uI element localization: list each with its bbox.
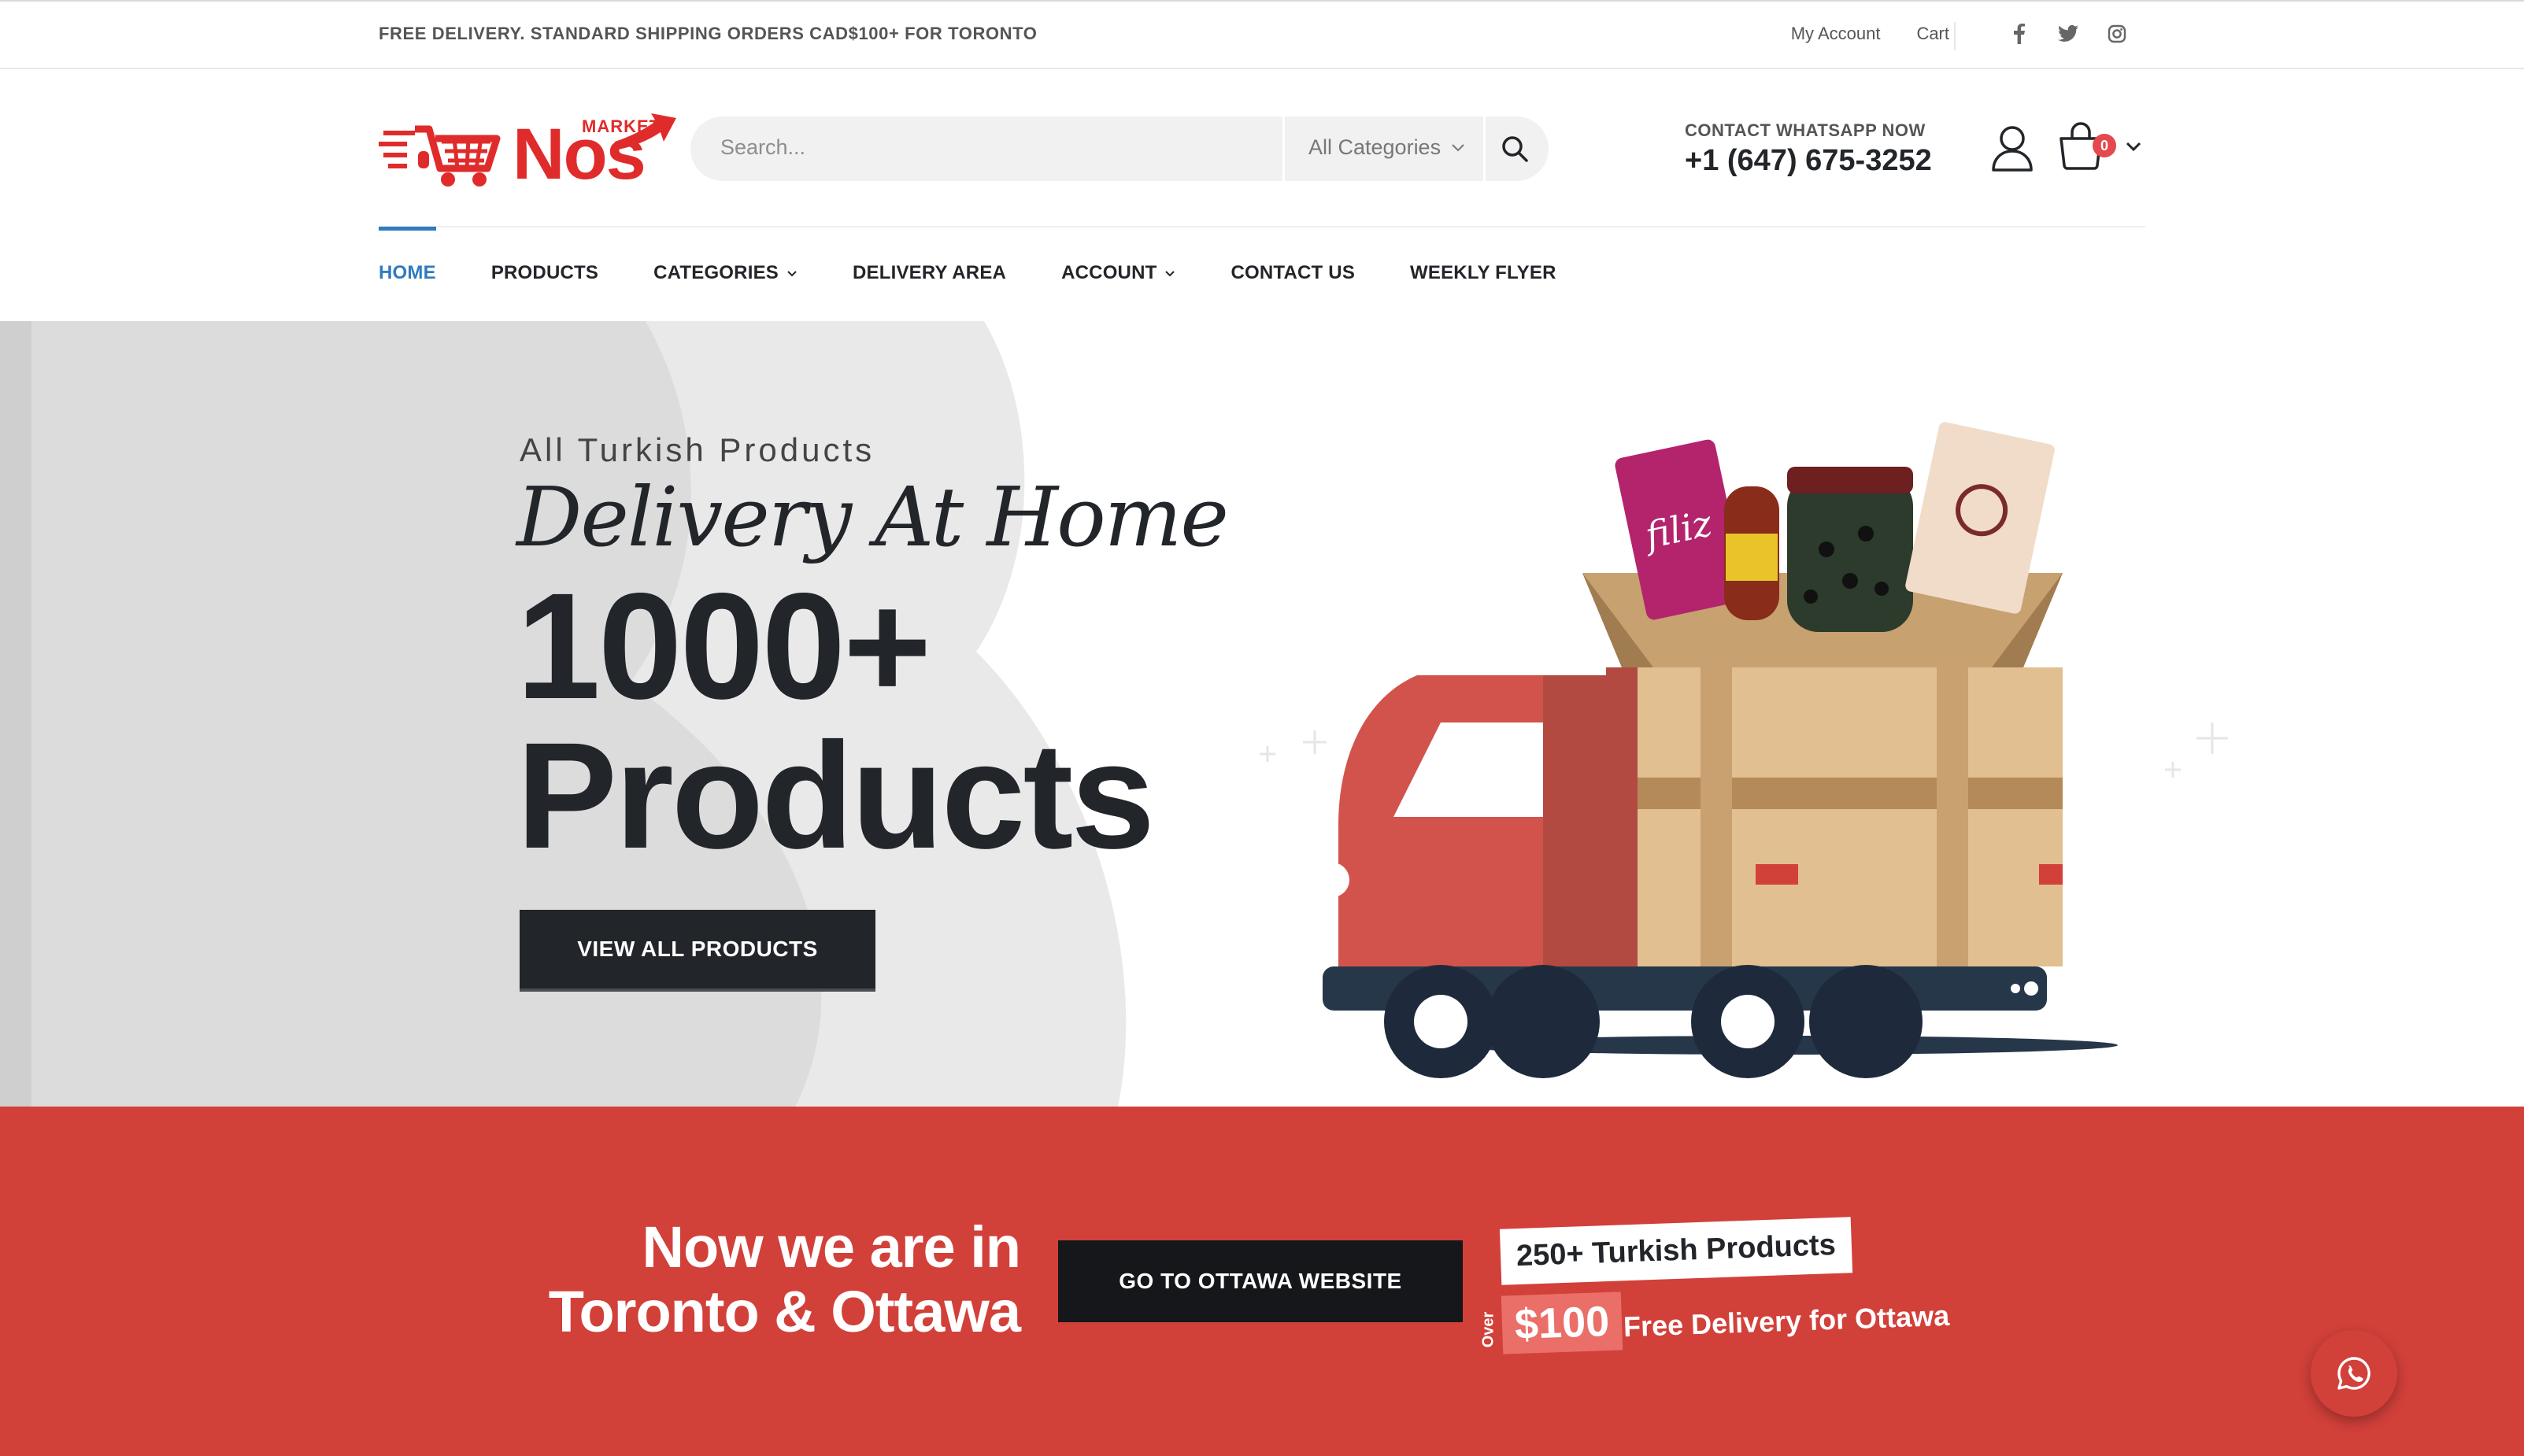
grocery-products-icon: filiz — [1615, 422, 2055, 632]
nav-weekly-flyer-label: WEEKLY FLYER — [1410, 262, 1556, 283]
nav-account[interactable]: ACCOUNT — [1061, 227, 1175, 320]
nav-categories[interactable]: CATEGORIES — [653, 227, 798, 320]
nav-delivery-area[interactable]: DELIVERY AREA — [853, 227, 1006, 320]
over-label: Over — [1479, 1311, 1497, 1348]
chevron-down-icon — [787, 271, 797, 277]
top-bar: FREE DELIVERY. STANDARD SHIPPING ORDERS … — [0, 0, 2524, 69]
nav-weekly-flyer[interactable]: WEEKLY FLYER — [1410, 227, 1556, 320]
social-links — [2009, 22, 2127, 46]
whatsapp-contact: CONTACT WHATSAPP NOW +1 (647) 675-3252 — [1685, 120, 1932, 178]
my-account-link[interactable]: My Account — [1791, 24, 1881, 44]
search-icon — [1502, 136, 1528, 162]
hero-headline-line2: Products — [516, 711, 1155, 880]
promo-strip: Now we are in Toronto & Ottawa GO TO OTT… — [0, 1107, 2524, 1456]
nav-contact-us-label: CONTACT US — [1231, 262, 1356, 283]
category-select[interactable]: All Categories — [1308, 135, 1464, 160]
nav-products-label: PRODUCTS — [490, 262, 599, 283]
hero-headline-line1: 1000+ — [516, 561, 931, 730]
instagram-icon[interactable] — [2107, 22, 2127, 46]
top-divider — [1954, 22, 1956, 50]
user-account-icon[interactable] — [1990, 124, 2034, 172]
free-delivery-threshold: $100 — [1501, 1292, 1623, 1354]
view-all-products-button[interactable]: VIEW ALL PRODUCTS — [520, 910, 875, 992]
category-select-label: All Categories — [1308, 135, 1441, 159]
shipping-notice: FREE DELIVERY. STANDARD SHIPPING ORDERS … — [379, 24, 1038, 43]
promo-headline-line2: Toronto & Ottawa — [548, 1279, 1021, 1344]
promo-headline-line1: Now we are in — [642, 1214, 1021, 1280]
nav-categories-label: CATEGORIES — [653, 262, 779, 283]
products-count-tag: 250+ Turkish Products — [1499, 1217, 1852, 1285]
nav-home-label: HOME — [379, 262, 436, 283]
chevron-down-icon — [1165, 271, 1175, 277]
cart-link[interactable]: Cart — [1916, 24, 1949, 44]
go-to-ottawa-button[interactable]: GO TO OTTAWA WEBSITE — [1058, 1240, 1463, 1322]
hero-script-title: Delivery At Home — [516, 469, 1229, 565]
contact-label: CONTACT WHATSAPP NOW — [1685, 120, 1926, 140]
search-button[interactable] — [1493, 127, 1536, 170]
hero-subtitle: All Turkish Products — [520, 431, 875, 468]
nav-account-label: ACCOUNT — [1061, 262, 1157, 283]
nav-products[interactable]: PRODUCTS — [491, 227, 598, 320]
cart-count-badge: 0 — [2093, 134, 2116, 157]
nav-home[interactable]: HOME — [379, 227, 436, 320]
delivery-truck-illustration: filiz — [1260, 422, 2228, 1078]
twitter-icon[interactable] — [2058, 22, 2078, 46]
nav-contact-us[interactable]: CONTACT US — [1231, 227, 1355, 320]
search-bar: Search... All Categories — [690, 116, 1549, 181]
contact-phone[interactable]: +1 (647) 675-3252 — [1685, 144, 1932, 178]
search-divider — [1282, 116, 1285, 181]
cart-dropdown-chevron-icon[interactable] — [2124, 137, 2143, 156]
cart-logo-icon — [379, 125, 501, 187]
facebook-icon[interactable] — [2009, 22, 2030, 46]
nav-delivery-area-label: DELIVERY AREA — [853, 262, 1007, 283]
promo-headline: Now we are in Toronto & Ottawa — [548, 1214, 1021, 1344]
hero-banner: All Turkish Products Delivery At Home 10… — [0, 321, 2524, 1107]
top-links: My Account Cart — [1791, 24, 1949, 44]
chevron-down-icon — [1452, 143, 1464, 151]
search-input[interactable]: Search... — [720, 135, 805, 160]
whatsapp-icon — [2337, 1357, 2370, 1390]
logo-arrow-icon — [615, 113, 676, 150]
hero-headline: 1000+ Products — [516, 561, 1155, 880]
site-logo[interactable]: MARKET Nos — [379, 110, 676, 190]
whatsapp-chat-button[interactable] — [2311, 1330, 2397, 1417]
free-delivery-text: Free Delivery for Ottawa — [1623, 1299, 1950, 1343]
main-nav: HOME PRODUCTS CATEGORIES DELIVERY AREA A… — [379, 227, 1612, 320]
search-divider-2 — [1483, 116, 1486, 181]
